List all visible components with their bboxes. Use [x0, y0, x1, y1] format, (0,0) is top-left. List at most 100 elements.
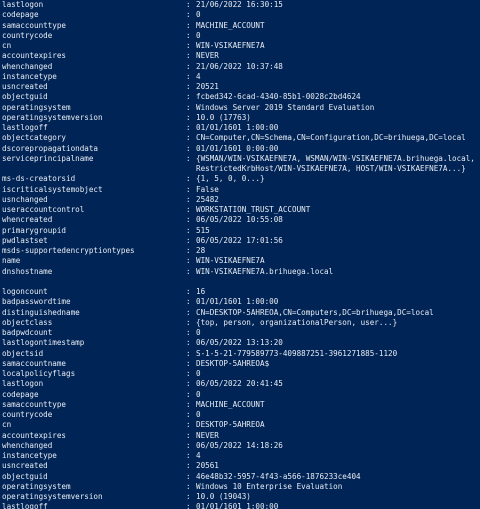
property-value: NEVER	[196, 51, 219, 61]
separator-colon: :	[186, 205, 191, 214]
property-row: samaccounttype: MACHINE_ACCOUNT	[2, 400, 480, 410]
property-row: usncreated:20561	[2, 461, 480, 471]
property-value: 01/01/1601 1:00:00	[196, 297, 279, 307]
separator-colon: :	[186, 123, 191, 132]
property-row: operatingsystemversion:10.0 (17763)	[2, 113, 480, 123]
property-name: usncreated	[2, 82, 48, 91]
property-name: pwdlastset	[2, 235, 48, 245]
property-value: 21/06/2022 16:30:15	[196, 0, 283, 9]
property-name: samaccountname	[2, 358, 67, 368]
separator-colon: :	[186, 184, 191, 194]
separator-colon: :	[186, 82, 191, 91]
property-value: 01/01/1601 0:00:00	[196, 143, 279, 153]
property-value: {top, person, organizationalPerson, user…	[196, 317, 398, 327]
property-name: instancetype	[2, 71, 57, 81]
property-row: lastlogoff:01/01/1601 1:00:00	[2, 502, 480, 509]
property-value: S-1-5-21-779589773-409887251-3961271885-…	[196, 348, 398, 358]
separator-colon: :	[186, 215, 191, 225]
property-row: accountexpires: NEVER	[2, 431, 480, 441]
property-value: 10.0 (19043)	[196, 492, 251, 501]
property-value: 0	[196, 30, 201, 40]
property-name: countrycode	[2, 410, 53, 419]
property-row: countrycode:0	[2, 410, 480, 420]
property-name: ms-ds-creatorsid	[2, 174, 76, 184]
separator-colon: :	[186, 317, 191, 327]
property-value: 25482	[196, 194, 219, 204]
property-name: lastlogoff	[2, 123, 48, 132]
property-name: accountexpires	[2, 51, 67, 61]
property-name: operatingsystem	[2, 102, 71, 112]
property-name: lastlogon	[2, 0, 44, 9]
property-name: iscriticalsystemobject	[2, 184, 103, 194]
property-value: False	[196, 184, 219, 194]
separator-colon: :	[186, 389, 191, 399]
property-value: 01/01/1601 1:00:00	[196, 123, 279, 132]
property-value: 46e48b32-5957-4f43-a566-1876233ce404	[196, 471, 361, 481]
property-row: samaccounttype: MACHINE_ACCOUNT	[2, 21, 480, 31]
property-name: lastlogoff	[2, 502, 48, 509]
property-value: 0	[196, 389, 201, 399]
property-value: 0	[196, 369, 201, 378]
property-name: whenchanged	[2, 61, 53, 71]
property-name: name	[2, 256, 21, 266]
property-value: 06/05/2022 20:41:45	[196, 379, 283, 389]
property-row: msds-supportedencryptiontypes:28	[2, 246, 480, 256]
property-name: whenchanged	[2, 440, 53, 450]
property-row: objectcategory: CN=Computer,CN=Schema,CN=…	[2, 133, 480, 143]
property-row: logoncount:16	[2, 287, 480, 297]
property-row: objectguid: fcbed342-6cad-4340-85b1-0028c…	[2, 92, 480, 102]
property-name: objectclass	[2, 317, 53, 327]
property-row: operatingsystemversion:10.0 (19043)	[2, 492, 480, 502]
property-value: Windows Server 2019 Standard Evaluation	[196, 102, 375, 112]
separator-colon: :	[186, 174, 191, 184]
separator-colon: :	[186, 430, 191, 440]
property-name: dscorepropagationdata	[2, 143, 99, 153]
property-name: operatingsystem	[2, 481, 71, 491]
property-row: RestrictedKrbHost/WIN-VSIKAEFNE7A, HOST/…	[2, 164, 480, 174]
property-value: 28	[196, 246, 206, 255]
separator-colon: :	[186, 225, 191, 235]
separator-colon: :	[186, 297, 191, 307]
property-row: cn: DESKTOP-5AHREOA	[2, 420, 480, 430]
separator-colon: :	[186, 133, 191, 143]
property-value: 20561	[196, 461, 219, 471]
property-value: 06/05/2022 10:55:08	[196, 215, 283, 225]
property-name: localpolicyflags	[2, 369, 76, 378]
property-value: 16	[196, 287, 206, 296]
property-row: lastlogon:06/05/2022 20:41:45	[2, 379, 480, 389]
property-row: iscriticalsystemobject: False	[2, 185, 480, 195]
separator-colon: :	[186, 502, 191, 509]
property-name: msds-supportedencryptiontypes	[2, 246, 135, 255]
property-name: cn	[2, 420, 12, 430]
separator-colon: :	[186, 20, 191, 30]
property-name: objectguid	[2, 471, 48, 481]
property-name: objectsid	[2, 348, 44, 358]
property-row: objectclass: {top, person, organizational…	[2, 318, 480, 328]
separator-colon: :	[186, 369, 191, 378]
property-row: badpwdcount:0	[2, 328, 480, 338]
property-row: dnshostname: WIN-VSIKAEFNE7A.brihuega.loc…	[2, 267, 480, 277]
separator-colon: :	[186, 235, 191, 245]
separator-colon: :	[186, 61, 191, 71]
property-name: codepage	[2, 389, 39, 399]
property-value: 06/05/2022 17:01:56	[196, 235, 283, 245]
property-value: fcbed342-6cad-4340-85b1-0028c2bd4624	[196, 92, 361, 102]
property-row: dscorepropagationdata:01/01/1601 0:00:00	[2, 144, 480, 154]
property-value: 0	[196, 410, 201, 419]
separator-colon: :	[186, 492, 191, 501]
separator-colon: :	[186, 410, 191, 419]
property-value: CN=DESKTOP-5AHREOA,CN=Computers,DC=brihu…	[196, 307, 434, 317]
property-value: DESKTOP-5AHREOA	[196, 420, 265, 430]
property-value: MACHINE_ACCOUNT	[196, 20, 265, 30]
property-row: operatingsystem: Windows Server 2019 Stan…	[2, 103, 480, 113]
property-row: samaccountname: DESKTOP-5AHREOA$	[2, 359, 480, 369]
property-value: 21/06/2022 10:37:48	[196, 61, 283, 71]
property-value: 01/01/1601 1:00:00	[196, 502, 279, 509]
property-name: usnchanged	[2, 194, 48, 204]
separator-colon: :	[186, 30, 191, 40]
property-name: serviceprincipalname	[2, 153, 94, 163]
property-name	[2, 164, 186, 174]
property-name: lastlogontimestamp	[2, 338, 85, 348]
property-value: 20521	[196, 82, 219, 91]
separator-colon: :	[186, 256, 191, 266]
